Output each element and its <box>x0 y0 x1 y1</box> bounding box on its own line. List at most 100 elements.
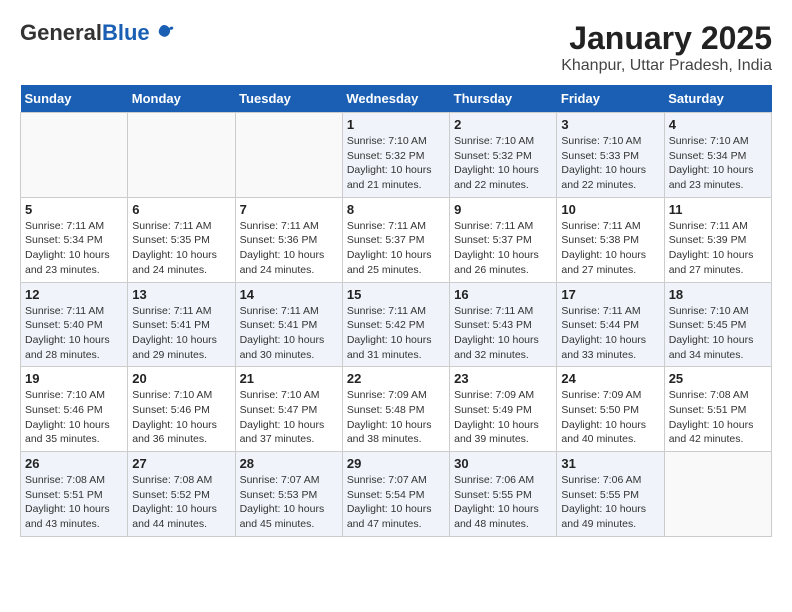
logo: GeneralBlue <box>20 20 174 46</box>
day-info: Sunrise: 7:11 AMSunset: 5:41 PMDaylight:… <box>132 304 230 363</box>
calendar-cell <box>235 113 342 198</box>
title-block: January 2025 Khanpur, Uttar Pradesh, Ind… <box>561 20 772 75</box>
day-info: Sunrise: 7:11 AMSunset: 5:41 PMDaylight:… <box>240 304 338 363</box>
calendar-cell: 26Sunrise: 7:08 AMSunset: 5:51 PMDayligh… <box>21 452 128 537</box>
day-number: 3 <box>561 117 659 132</box>
day-info: Sunrise: 7:11 AMSunset: 5:34 PMDaylight:… <box>25 219 123 278</box>
day-number: 31 <box>561 456 659 471</box>
day-info: Sunrise: 7:11 AMSunset: 5:37 PMDaylight:… <box>454 219 552 278</box>
calendar-cell: 31 Sunrise: 7:06 AMSunset: 5:55 PMDayligh… <box>557 452 664 537</box>
calendar-week-row: 12 Sunrise: 7:11 AMSunset: 5:40 PMDayligh… <box>21 282 772 367</box>
day-number: 4 <box>669 117 767 132</box>
day-number: 20 <box>132 371 230 386</box>
calendar-cell: 14 Sunrise: 7:11 AMSunset: 5:41 PMDayligh… <box>235 282 342 367</box>
calendar-cell: 5 Sunrise: 7:11 AMSunset: 5:34 PMDaylight… <box>21 197 128 282</box>
weekday-header-friday: Friday <box>557 85 664 113</box>
day-info: Sunrise: 7:11 AMSunset: 5:43 PMDaylight:… <box>454 304 552 363</box>
day-info: Sunrise: 7:11 AMSunset: 5:37 PMDaylight:… <box>347 219 445 278</box>
weekday-header-thursday: Thursday <box>450 85 557 113</box>
day-info: Sunrise: 7:11 AMSunset: 5:38 PMDaylight:… <box>561 219 659 278</box>
day-number: 5 <box>25 202 123 217</box>
day-number: 19 <box>25 371 123 386</box>
day-number: 14 <box>240 287 338 302</box>
weekday-header-sunday: Sunday <box>21 85 128 113</box>
day-info: Sunrise: 7:09 AMSunset: 5:49 PMDaylight:… <box>454 388 552 447</box>
calendar-cell: 20 Sunrise: 7:10 AMSunset: 5:46 PMDayligh… <box>128 367 235 452</box>
day-number: 2 <box>454 117 552 132</box>
calendar-title: January 2025 <box>561 20 772 57</box>
day-info: Sunrise: 7:06 AMSunset: 5:55 PMDaylight:… <box>454 473 552 532</box>
calendar-cell: 13Sunrise: 7:11 AMSunset: 5:41 PMDayligh… <box>128 282 235 367</box>
day-info: Sunrise: 7:10 AMSunset: 5:32 PMDaylight:… <box>454 134 552 193</box>
calendar-cell: 16 Sunrise: 7:11 AMSunset: 5:43 PMDayligh… <box>450 282 557 367</box>
calendar-cell: 23 Sunrise: 7:09 AMSunset: 5:49 PMDayligh… <box>450 367 557 452</box>
calendar-cell <box>664 452 771 537</box>
day-number: 11 <box>669 202 767 217</box>
calendar-cell: 30 Sunrise: 7:06 AMSunset: 5:55 PMDayligh… <box>450 452 557 537</box>
calendar-cell: 4 Sunrise: 7:10 AMSunset: 5:34 PMDaylight… <box>664 113 771 198</box>
calendar-cell: 24 Sunrise: 7:09 AMSunset: 5:50 PMDayligh… <box>557 367 664 452</box>
day-number: 21 <box>240 371 338 386</box>
day-info: Sunrise: 7:07 AMSunset: 5:54 PMDaylight:… <box>347 473 445 532</box>
calendar-cell: 25 Sunrise: 7:08 AMSunset: 5:51 PMDayligh… <box>664 367 771 452</box>
day-number: 26 <box>25 456 123 471</box>
day-info: Sunrise: 7:11 AMSunset: 5:44 PMDaylight:… <box>561 304 659 363</box>
day-number: 16 <box>454 287 552 302</box>
day-info: Sunrise: 7:11 AMSunset: 5:40 PMDaylight:… <box>25 304 123 363</box>
calendar-cell: 2 Sunrise: 7:10 AMSunset: 5:32 PMDaylight… <box>450 113 557 198</box>
calendar-week-row: 5 Sunrise: 7:11 AMSunset: 5:34 PMDaylight… <box>21 197 772 282</box>
day-info: Sunrise: 7:08 AMSunset: 5:52 PMDaylight:… <box>132 473 230 532</box>
day-number: 23 <box>454 371 552 386</box>
calendar-cell: 17 Sunrise: 7:11 AMSunset: 5:44 PMDayligh… <box>557 282 664 367</box>
page-header: GeneralBlue January 2025 Khanpur, Uttar … <box>20 20 772 75</box>
day-info: Sunrise: 7:06 AMSunset: 5:55 PMDaylight:… <box>561 473 659 532</box>
day-info: Sunrise: 7:10 AMSunset: 5:46 PMDaylight:… <box>132 388 230 447</box>
day-number: 1 <box>347 117 445 132</box>
day-info: Sunrise: 7:11 AMSunset: 5:42 PMDaylight:… <box>347 304 445 363</box>
day-number: 28 <box>240 456 338 471</box>
calendar-subtitle: Khanpur, Uttar Pradesh, India <box>561 57 772 75</box>
day-number: 8 <box>347 202 445 217</box>
calendar-cell: 3 Sunrise: 7:10 AMSunset: 5:33 PMDaylight… <box>557 113 664 198</box>
day-number: 30 <box>454 456 552 471</box>
day-info: Sunrise: 7:07 AMSunset: 5:53 PMDaylight:… <box>240 473 338 532</box>
day-info: Sunrise: 7:10 AMSunset: 5:45 PMDaylight:… <box>669 304 767 363</box>
day-number: 22 <box>347 371 445 386</box>
calendar-cell: 12 Sunrise: 7:11 AMSunset: 5:40 PMDayligh… <box>21 282 128 367</box>
day-info: Sunrise: 7:09 AMSunset: 5:48 PMDaylight:… <box>347 388 445 447</box>
day-info: Sunrise: 7:09 AMSunset: 5:50 PMDaylight:… <box>561 388 659 447</box>
calendar-cell: 9 Sunrise: 7:11 AMSunset: 5:37 PMDaylight… <box>450 197 557 282</box>
day-number: 10 <box>561 202 659 217</box>
day-number: 9 <box>454 202 552 217</box>
day-number: 7 <box>240 202 338 217</box>
calendar-cell: 1 Sunrise: 7:10 AMSunset: 5:32 PMDaylight… <box>342 113 449 198</box>
day-number: 12 <box>25 287 123 302</box>
day-info: Sunrise: 7:11 AMSunset: 5:35 PMDaylight:… <box>132 219 230 278</box>
day-info: Sunrise: 7:10 AMSunset: 5:47 PMDaylight:… <box>240 388 338 447</box>
calendar-cell: 28 Sunrise: 7:07 AMSunset: 5:53 PMDayligh… <box>235 452 342 537</box>
day-info: Sunrise: 7:10 AMSunset: 5:32 PMDaylight:… <box>347 134 445 193</box>
day-number: 24 <box>561 371 659 386</box>
day-number: 17 <box>561 287 659 302</box>
calendar-cell: 19Sunrise: 7:10 AMSunset: 5:46 PMDayligh… <box>21 367 128 452</box>
day-number: 29 <box>347 456 445 471</box>
calendar-cell: 8 Sunrise: 7:11 AMSunset: 5:37 PMDaylight… <box>342 197 449 282</box>
day-number: 27 <box>132 456 230 471</box>
day-number: 25 <box>669 371 767 386</box>
day-info: Sunrise: 7:10 AMSunset: 5:33 PMDaylight:… <box>561 134 659 193</box>
calendar-cell <box>21 113 128 198</box>
calendar-week-row: 1 Sunrise: 7:10 AMSunset: 5:32 PMDaylight… <box>21 113 772 198</box>
weekday-header-tuesday: Tuesday <box>235 85 342 113</box>
calendar-cell: 10 Sunrise: 7:11 AMSunset: 5:38 PMDayligh… <box>557 197 664 282</box>
calendar-cell: 29 Sunrise: 7:07 AMSunset: 5:54 PMDayligh… <box>342 452 449 537</box>
calendar-table: SundayMondayTuesdayWednesdayThursdayFrid… <box>20 85 772 537</box>
day-info: Sunrise: 7:08 AMSunset: 5:51 PMDaylight:… <box>669 388 767 447</box>
weekday-header-monday: Monday <box>128 85 235 113</box>
weekday-header-saturday: Saturday <box>664 85 771 113</box>
day-number: 15 <box>347 287 445 302</box>
weekday-header-wednesday: Wednesday <box>342 85 449 113</box>
logo-text: GeneralBlue <box>20 20 150 46</box>
calendar-cell: 22 Sunrise: 7:09 AMSunset: 5:48 PMDayligh… <box>342 367 449 452</box>
day-info: Sunrise: 7:11 AMSunset: 5:39 PMDaylight:… <box>669 219 767 278</box>
day-info: Sunrise: 7:10 AMSunset: 5:34 PMDaylight:… <box>669 134 767 193</box>
